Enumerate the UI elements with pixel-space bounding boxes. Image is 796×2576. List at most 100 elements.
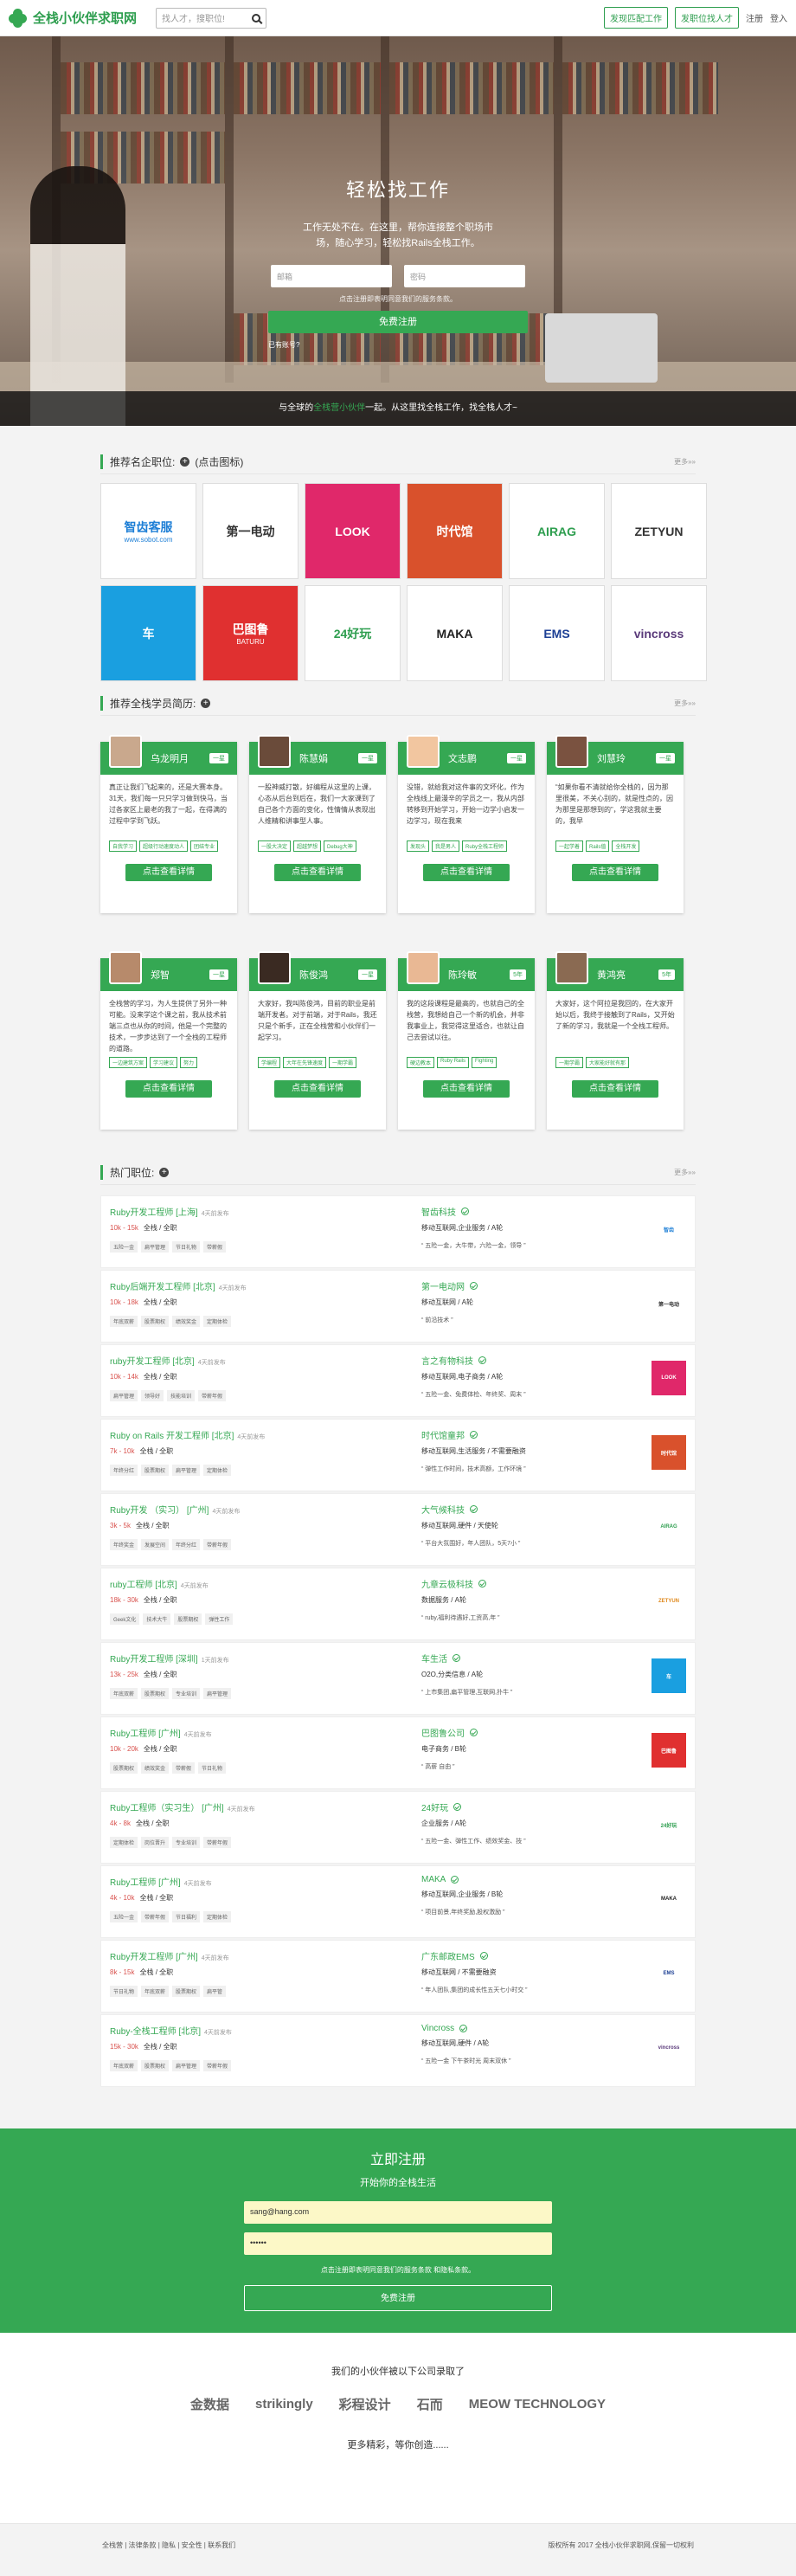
view-detail-button[interactable]: 点击查看详情 (125, 1080, 212, 1098)
company-logo[interactable]: 时代馆 (652, 1435, 686, 1470)
avatar[interactable] (555, 735, 588, 768)
register-email-field[interactable]: sang@hang.com (244, 2201, 552, 2224)
view-detail-button[interactable]: 点击查看详情 (274, 864, 361, 881)
search-input[interactable]: 找人才，搜职位! (156, 7, 267, 29)
plus-icon[interactable]: + (159, 1168, 170, 1177)
company-name[interactable]: 第一电动网 (421, 1279, 465, 1292)
student-name[interactable]: 郑智 (151, 968, 170, 982)
hero-password-field[interactable]: 密码 (404, 265, 525, 287)
view-detail-button[interactable]: 点击查看详情 (572, 1080, 658, 1098)
brand-logo[interactable]: 全栈小伙伴求职网 (9, 8, 137, 28)
company-logo-tile[interactable]: 时代馆 (407, 483, 503, 579)
company-logo[interactable]: 第一电动 (652, 1286, 686, 1321)
job-salary: 10k - 14k (110, 1373, 138, 1381)
company-logo[interactable]: EMS (652, 1956, 686, 1991)
company-name[interactable]: Vincross (421, 2024, 454, 2033)
plus-icon[interactable]: + (180, 457, 190, 467)
student-name[interactable]: 黄鸿亮 (597, 968, 626, 982)
job-title[interactable]: ruby开发工程师 [北京] (110, 1357, 195, 1367)
company-logo[interactable]: ZETYUN (652, 1584, 686, 1619)
company-name[interactable]: 时代馆童邦 (421, 1428, 465, 1441)
post-job-button[interactable]: 发职位找人才 (675, 7, 739, 29)
company-name[interactable]: 言之有物科技 (421, 1354, 473, 1367)
company-logo[interactable]: 车 (652, 1658, 686, 1693)
company-logo-tile[interactable]: AIRAG (509, 483, 605, 579)
company-logo-tile[interactable]: vincross (611, 585, 707, 681)
student-description: 没错，就给我对这件事的文坏化，作为全栈线上最漫辛的学员之一，我从内部转移到开始学… (407, 783, 524, 825)
login-link[interactable]: 登入 (770, 11, 787, 24)
search-icon[interactable] (252, 13, 261, 23)
job-title[interactable]: Ruby开发 （实习） [广州] (110, 1506, 209, 1516)
company-logo-tile[interactable]: ZETYUN (611, 483, 707, 579)
student-name[interactable]: 陈慧娟 (299, 751, 328, 765)
job-title[interactable]: Ruby工程师 [广州] (110, 1729, 181, 1739)
company-name[interactable]: 大气候科技 (421, 1503, 465, 1516)
job-title[interactable]: Ruby工程师（实习生） [广州] (110, 1804, 224, 1813)
job-title-line: Ruby on Rails 开发工程师 [北京] 4天前发布 (110, 1428, 395, 1441)
student-name[interactable]: 刘慧玲 (597, 751, 626, 765)
company-logo[interactable]: vincross (652, 2031, 686, 2065)
student-name[interactable]: 文志鹏 (448, 751, 477, 765)
register-password-field[interactable]: •••••• (244, 2232, 552, 2255)
register-submit-button[interactable]: 免费注册 (244, 2285, 552, 2311)
company-logo-tile[interactable]: 24好玩 (305, 585, 401, 681)
job-title[interactable]: Ruby on Rails 开发工程师 [北京] (110, 1432, 234, 1441)
company-logo-tile[interactable]: 第一电动 (202, 483, 298, 579)
company-logo-tile[interactable]: 智齿客服 www.sobot.com (100, 483, 196, 579)
job-title[interactable]: Ruby后端开发工程师 [北京] (110, 1283, 215, 1292)
view-detail-button[interactable]: 点击查看详情 (274, 1080, 361, 1098)
student-name[interactable]: 陈玲敏 (448, 968, 477, 982)
job-title[interactable]: ruby工程师 [北京] (110, 1581, 177, 1590)
students-more-link[interactable]: 更多»» (674, 699, 696, 708)
avatar[interactable] (555, 951, 588, 984)
job-title[interactable]: Ruby工程师 [广州] (110, 1878, 181, 1888)
company-logo-tile[interactable]: LOOK (305, 483, 401, 579)
view-detail-button[interactable]: 点击查看详情 (125, 864, 212, 881)
student-name[interactable]: 陈俊鸿 (299, 968, 328, 982)
company-logo[interactable]: 24好玩 (652, 1807, 686, 1842)
company-logo-tile[interactable]: EMS (509, 585, 605, 681)
company-logo-tile[interactable]: MAKA (407, 585, 503, 681)
company-logo-tile[interactable]: 巴图鲁 BATURU (202, 585, 298, 681)
company-name[interactable]: 广东邮政EMS (421, 1949, 475, 1962)
view-detail-button[interactable]: 点击查看详情 (572, 864, 658, 881)
avatar[interactable] (258, 951, 291, 984)
hero-email-field[interactable]: 邮箱 (271, 265, 392, 287)
company-name[interactable]: MAKA (421, 1875, 446, 1884)
job-salary: 8k - 15k (110, 1968, 135, 1976)
plus-icon[interactable]: + (201, 699, 211, 708)
company-logo[interactable]: 巴图鲁 (652, 1733, 686, 1768)
find-jobs-button[interactable]: 发现匹配工作 (604, 7, 668, 29)
footer-links[interactable]: 全栈营 | 法律条款 | 隐私 | 安全性 | 联系我们 (102, 2541, 235, 2550)
company-name[interactable]: 车生活 (421, 1652, 447, 1665)
job-salary: 13k - 25k (110, 1671, 138, 1678)
tagline-highlight[interactable]: 全栈营小伙伴 (313, 403, 365, 413)
company-logo[interactable]: AIRAG (652, 1510, 686, 1544)
job-title[interactable]: Ruby-全栈工程师 [北京] (110, 2027, 201, 2037)
company-name[interactable]: 巴图鲁公司 (421, 1726, 465, 1739)
view-detail-button[interactable]: 点击查看详情 (423, 864, 510, 881)
jobs-more-link[interactable]: 更多»» (674, 1168, 696, 1177)
avatar[interactable] (109, 735, 142, 768)
company-logo[interactable]: MAKA (652, 1882, 686, 1916)
avatar[interactable] (258, 735, 291, 768)
student-level-badge: 5年 (510, 969, 526, 980)
view-detail-button[interactable]: 点击查看详情 (423, 1080, 510, 1098)
avatar[interactable] (407, 735, 440, 768)
company-logo[interactable]: LOOK (652, 1361, 686, 1395)
job-title[interactable]: Ruby开发工程师 [广州] (110, 1953, 198, 1962)
companies-more-link[interactable]: 更多»» (674, 457, 696, 467)
has-account-link[interactable]: 已有账号? (268, 340, 528, 350)
register-link[interactable]: 注册 (746, 11, 763, 24)
company-logo-tile[interactable]: 车 (100, 585, 196, 681)
avatar[interactable] (109, 951, 142, 984)
job-title[interactable]: Ruby开发工程师 [上海] (110, 1208, 198, 1218)
company-name[interactable]: 24好玩 (421, 1800, 448, 1813)
company-name[interactable]: 智齿科技 (421, 1205, 456, 1218)
job-title[interactable]: Ruby开发工程师 [深圳] (110, 1655, 198, 1665)
company-name[interactable]: 九章云极科技 (421, 1577, 473, 1590)
company-logo[interactable]: 智齿 (652, 1212, 686, 1246)
hero-signup-button[interactable]: 免费注册 (268, 311, 528, 333)
avatar[interactable] (407, 951, 440, 984)
student-name[interactable]: 乌龙明月 (151, 751, 189, 765)
